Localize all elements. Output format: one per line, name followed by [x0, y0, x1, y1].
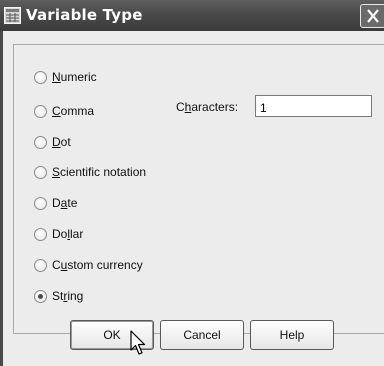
window-title: Variable Type — [26, 6, 143, 24]
radio-dot-label: Dot — [52, 135, 71, 149]
radio-comma-label: Comma — [52, 104, 95, 118]
help-button[interactable]: Help — [250, 320, 334, 350]
radio-dollar[interactable]: Dollar — [34, 225, 83, 243]
radio-dot[interactable]: Dot — [34, 133, 71, 151]
radio-dot-circle[interactable] — [34, 135, 47, 149]
characters-input[interactable] — [255, 95, 372, 117]
radio-custom-currency-label: Custom currency — [52, 258, 143, 272]
ok-button[interactable]: OK — [70, 320, 154, 350]
cancel-button[interactable]: Cancel — [160, 320, 244, 350]
radio-numeric-label: Numeric — [52, 70, 97, 84]
characters-label: Characters: — [176, 100, 239, 114]
close-button[interactable] — [360, 4, 384, 28]
window-left-border — [0, 31, 3, 366]
title-bar[interactable]: Variable Type — [0, 0, 384, 31]
radio-string[interactable]: String — [34, 287, 83, 305]
radio-string-circle[interactable] — [34, 289, 47, 303]
radio-dollar-label: Dollar — [52, 227, 84, 241]
close-x-icon — [367, 9, 379, 23]
radio-date[interactable]: Date — [34, 194, 77, 212]
radio-numeric-circle[interactable] — [34, 70, 47, 84]
radio-scientific-notation[interactable]: Scientific notation — [34, 163, 146, 181]
radio-comma-circle[interactable] — [34, 104, 47, 118]
radio-string-label: String — [52, 289, 84, 303]
radio-date-label: Date — [52, 196, 78, 210]
radio-comma[interactable]: Comma — [34, 102, 94, 120]
radio-numeric[interactable]: Numeric — [34, 68, 97, 86]
radio-date-circle[interactable] — [34, 196, 47, 210]
grid-icon — [4, 7, 21, 24]
radio-scientific-notation-label: Scientific notation — [52, 165, 147, 179]
radio-custom-currency[interactable]: Custom currency — [34, 256, 143, 274]
radio-custom-currency-circle[interactable] — [34, 258, 47, 272]
radio-dollar-circle[interactable] — [34, 227, 47, 241]
radio-scientific-notation-circle[interactable] — [34, 165, 47, 179]
